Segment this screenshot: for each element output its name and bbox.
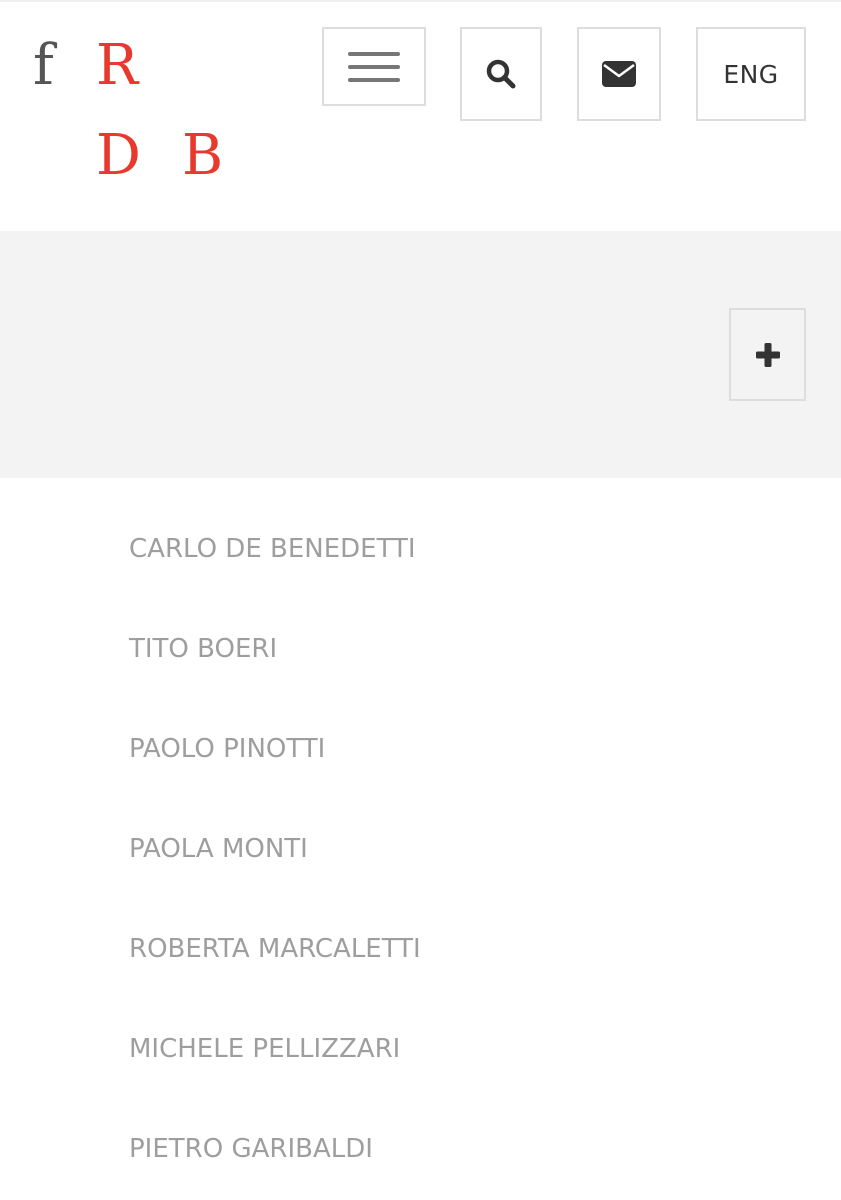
person-link[interactable]: PAOLA MONTI [129,836,308,862]
frdb-logo[interactable]: f R D B [0,0,260,220]
contact-button[interactable] [577,27,661,121]
person-link[interactable]: PAOLO PINOTTI [129,736,325,762]
language-button[interactable]: ENG [696,27,806,121]
plus-icon [755,342,780,367]
person-link[interactable]: ROBERTA MARCALETTI [129,936,421,962]
search-button[interactable] [460,27,542,121]
mail-icon [602,61,636,87]
person-link[interactable]: PIETRO GARIBALDI [129,1136,373,1162]
page: f R D B ENG CARLO DE BENEDETTI TITO BOER… [0,0,841,1200]
person-link[interactable]: CARLO DE BENEDETTI [129,536,416,562]
menu-button[interactable] [322,27,426,106]
person-link[interactable]: MICHELE PELLIZZARI [129,1036,400,1062]
logo-letter-f: f [33,33,54,98]
expand-button[interactable] [729,308,806,401]
logo-letter-b: B [182,123,224,188]
search-icon [486,59,516,89]
filter-band [0,231,841,478]
logo-letter-r: R [96,33,139,98]
language-label: ENG [723,59,779,89]
person-link[interactable]: TITO BOERI [129,636,277,662]
hamburger-icon [348,50,400,84]
logo-letter-d: D [96,123,141,188]
